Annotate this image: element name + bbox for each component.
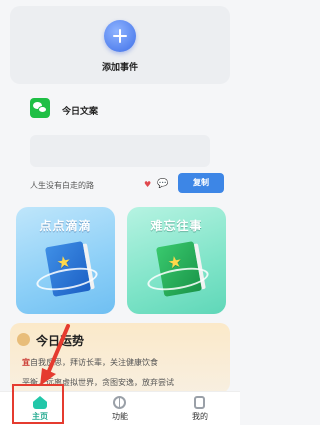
heart-icon[interactable]: ♥	[144, 180, 151, 189]
feature-title-memories: 难忘往事	[150, 219, 203, 233]
feature-card-moments[interactable]: 点点滴滴 ★	[16, 207, 115, 314]
fortune-yi-label: 宜	[22, 358, 30, 367]
add-event-plus-icon[interactable]	[104, 20, 136, 52]
function-icon	[113, 396, 126, 409]
pointer-arrow-icon	[40, 324, 70, 386]
tab-function[interactable]: 功能	[90, 392, 150, 425]
add-event-label: 添加事件	[101, 63, 138, 73]
tab-function-label: 功能	[112, 412, 128, 421]
daily-copy-text-box	[30, 135, 210, 167]
comment-icon[interactable]: 💬	[157, 179, 168, 189]
daily-quote: 人生没有白走的路	[30, 181, 94, 190]
feature-title-moments: 点点滴滴	[39, 219, 92, 233]
wechat-icon	[30, 98, 50, 118]
daily-copy-title: 今日文案	[62, 107, 99, 117]
fortune-icon	[17, 333, 30, 346]
highlight-box	[12, 384, 64, 424]
tab-profile[interactable]: 我的	[170, 392, 230, 425]
tab-profile-label: 我的	[192, 412, 208, 421]
copy-button[interactable]: 复制	[178, 173, 224, 193]
profile-icon	[194, 396, 205, 409]
feature-card-memories[interactable]: 难忘往事 ★	[127, 207, 226, 314]
